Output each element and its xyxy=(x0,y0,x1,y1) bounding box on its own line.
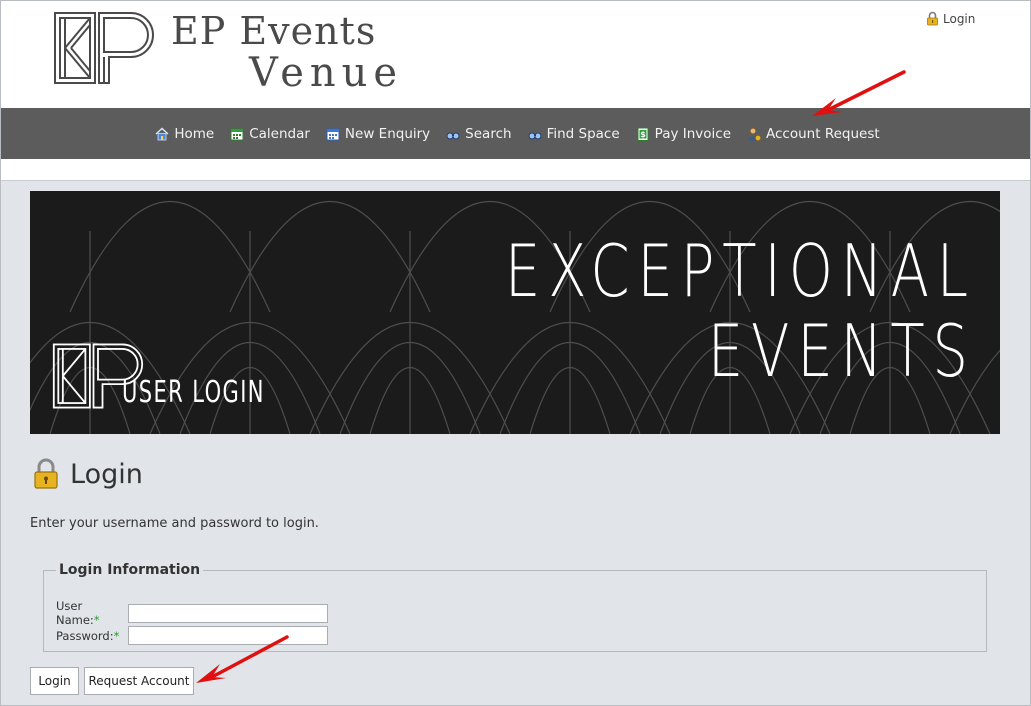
ep-logo-icon xyxy=(54,12,154,84)
hero-banner: EXCEPTIONAL EVENTS USER LOGIN xyxy=(30,191,1000,434)
username-row: User Name:* xyxy=(56,599,328,627)
brand-line-1: EP Events xyxy=(171,9,377,53)
svg-text:$: $ xyxy=(640,130,646,139)
banner-headline: EXCEPTIONAL EVENTS xyxy=(505,231,976,391)
top-login-link[interactable]: Login xyxy=(926,11,975,26)
password-label: Password:* xyxy=(56,628,120,643)
binoculars-icon xyxy=(528,132,542,139)
required-marker: * xyxy=(113,628,120,643)
top-login-label: Login xyxy=(943,11,976,26)
login-instructions: Enter your username and password to logi… xyxy=(30,516,319,531)
required-marker: * xyxy=(93,613,100,627)
nav-label: Find Space xyxy=(546,125,620,142)
page-title-text: Login xyxy=(70,458,143,490)
nav-item-pay-invoice[interactable]: $ Pay Invoice xyxy=(636,126,731,142)
password-row: Password:* xyxy=(56,626,328,645)
username-input[interactable] xyxy=(128,603,328,623)
padlock-icon xyxy=(927,11,938,26)
brand-name: EP Events Venue xyxy=(171,9,403,93)
user-request-icon xyxy=(748,127,761,141)
main-nav: Home Calendar New Enquiry Search Find Sp… xyxy=(1,108,1030,159)
padlock-icon xyxy=(34,458,58,489)
nav-label: Account Request xyxy=(766,125,880,142)
dollar-document-icon: $ xyxy=(637,127,649,141)
username-label: User Name:* xyxy=(56,599,100,627)
banner-title-line-2: EVENTS xyxy=(707,309,976,393)
home-icon xyxy=(155,127,169,140)
login-information-group: Login Information User Name:* Password:* xyxy=(43,562,987,652)
nav-label: Home xyxy=(174,125,215,142)
nav-item-new-enquiry[interactable]: New Enquiry xyxy=(326,126,430,142)
nav-label: Calendar xyxy=(249,125,310,142)
nav-item-search[interactable]: Search xyxy=(446,125,512,142)
binoculars-icon xyxy=(446,132,460,139)
brand-line-2: Venue xyxy=(249,50,404,96)
nav-label: New Enquiry xyxy=(344,125,431,142)
calendar-icon xyxy=(230,128,244,140)
password-input[interactable] xyxy=(128,626,328,645)
nav-item-home[interactable]: Home xyxy=(155,126,214,142)
sub-navbar xyxy=(1,159,1030,181)
login-button[interactable]: Login xyxy=(30,667,79,695)
banner-title-line-1: EXCEPTIONAL xyxy=(504,229,976,313)
page-title: Login xyxy=(32,458,143,490)
nav-label: Search xyxy=(465,125,512,142)
login-information-legend: Login Information xyxy=(59,562,201,578)
site-header: EP Events Venue Login xyxy=(1,1,1030,108)
nav-item-find-space[interactable]: Find Space xyxy=(528,126,620,142)
nav-item-account-request[interactable]: Account Request xyxy=(747,126,880,142)
calendar-plus-icon xyxy=(326,128,340,140)
nav-item-calendar[interactable]: Calendar xyxy=(230,126,310,142)
nav-label: Pay Invoice xyxy=(654,125,732,142)
request-account-button[interactable]: Request Account xyxy=(84,667,194,695)
banner-subtitle: USER LOGIN xyxy=(122,375,265,410)
